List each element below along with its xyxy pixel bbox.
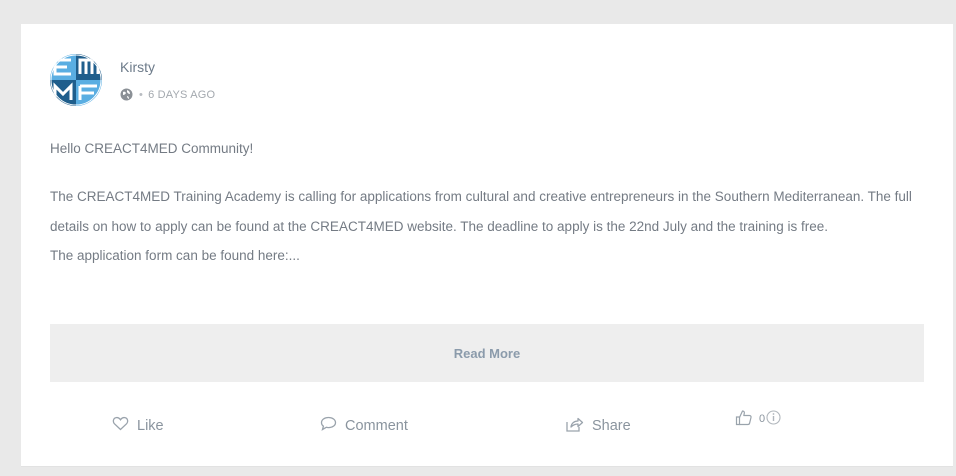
post-actions: Like Comment Share 0 [21, 409, 953, 439]
avatar[interactable] [50, 54, 102, 106]
author-name[interactable]: Kirsty [120, 59, 155, 75]
heart-icon [112, 416, 137, 435]
post-time[interactable]: 6 DAYS AGO [148, 89, 215, 101]
share-button[interactable]: Share [565, 416, 631, 436]
comment-label: Comment [345, 417, 408, 434]
post-paragraph: The CREACT4MED Training Academy is calli… [50, 189, 912, 234]
separator-dot: • [139, 88, 144, 101]
read-more-button[interactable]: Read More [50, 324, 924, 382]
post-body: The CREACT4MED Training Academy is calli… [50, 182, 930, 271]
thumbs-up-icon [735, 409, 753, 429]
info-icon[interactable] [766, 410, 781, 428]
share-label: Share [592, 418, 631, 434]
post-meta: • 6 DAYS AGO [120, 88, 215, 101]
like-label: Like [137, 417, 164, 434]
reaction-count: 0 [759, 413, 766, 425]
like-button[interactable]: Like [112, 416, 164, 435]
comment-button[interactable]: Comment [320, 416, 408, 435]
post-paragraph: The application form can be found here:.… [50, 248, 300, 263]
reactions-summary[interactable]: 0 [735, 409, 781, 429]
share-icon [565, 416, 592, 436]
post-greeting: Hello CREACT4MED Community! [50, 141, 254, 156]
comment-bubble-icon [320, 416, 345, 435]
globe-icon [120, 88, 133, 101]
post-card: Kirsty • 6 DAYS AGO Hello CREACT4MED Com… [21, 24, 953, 467]
